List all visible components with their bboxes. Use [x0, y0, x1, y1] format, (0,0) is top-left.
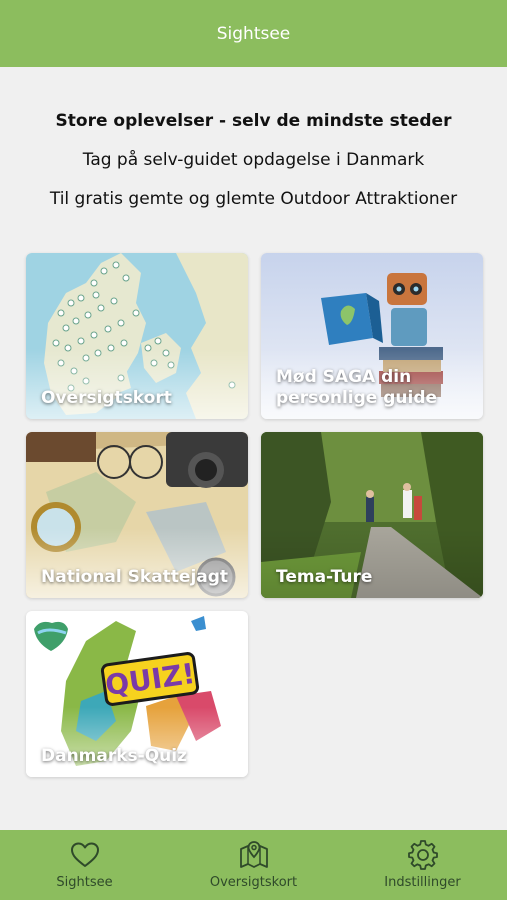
- tab-indstillinger[interactable]: Indstillinger: [338, 830, 507, 900]
- intro-section: Store oplevelser - selv de mindste stede…: [0, 108, 507, 212]
- bottom-tab-bar: Sightsee Oversigtskort Indstillinger: [0, 830, 507, 900]
- tile-national-skattejagt[interactable]: National Skattejagt: [26, 432, 248, 598]
- tile-danmarks-quiz[interactable]: QUIZ! Danmarks-Quiz: [26, 611, 248, 777]
- tile-saga-guide[interactable]: Mød SAGA din personlige guide: [261, 253, 483, 419]
- tile-label: National Skattejagt: [41, 567, 229, 587]
- tab-oversigtskort[interactable]: Oversigtskort: [169, 830, 338, 900]
- tile-oversigtskort[interactable]: Oversigtskort: [26, 253, 248, 419]
- tab-label: Sightsee: [56, 875, 113, 890]
- heart-icon: [70, 842, 99, 867]
- intro-headline: Store oplevelser - selv de mindste stede…: [55, 111, 452, 131]
- tab-sightsee[interactable]: Sightsee: [0, 830, 169, 900]
- tile-label: Danmarks-Quiz: [41, 746, 188, 766]
- map-pin-icon: [239, 841, 268, 868]
- intro-line-1: Tag på selv-guidet opdagelse i Danmark: [82, 150, 425, 170]
- intro-line-2: Til gratis gemte og glemte Outdoor Attra…: [49, 189, 458, 209]
- gear-icon: [407, 840, 438, 870]
- tile-label: Oversigtskort: [41, 388, 172, 408]
- tile-label: Mød SAGA din personlige guide: [276, 367, 438, 408]
- tile-label: Tema-Ture: [276, 567, 373, 587]
- tile-tema-ture[interactable]: Tema-Ture: [261, 432, 483, 598]
- tab-label: Indstillinger: [384, 875, 461, 890]
- app-title: Sightsee: [216, 23, 291, 44]
- tab-label: Oversigtskort: [209, 875, 298, 890]
- top-app-bar: Sightsee: [0, 0, 507, 67]
